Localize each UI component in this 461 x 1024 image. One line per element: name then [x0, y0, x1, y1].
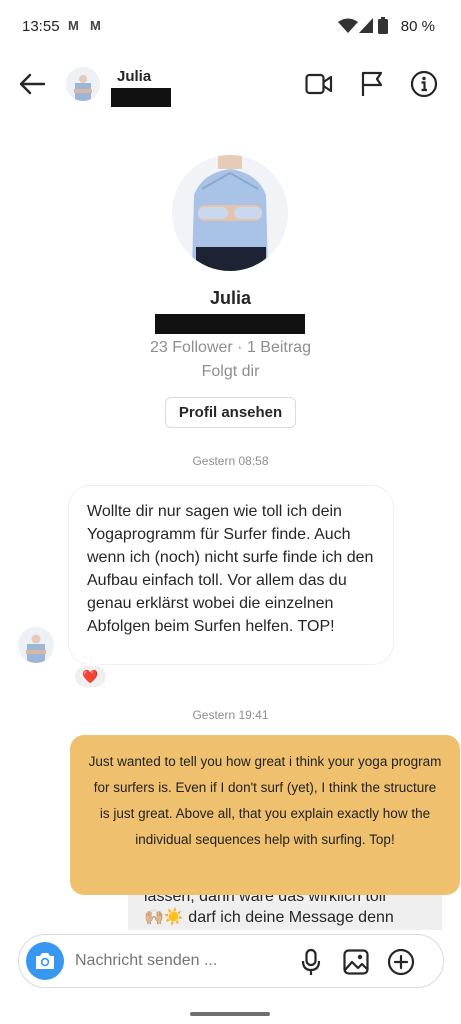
translation-text: Just wanted to tell you how great i thin…	[88, 754, 442, 847]
video-call-icon[interactable]	[305, 72, 333, 96]
redacted-username	[111, 88, 171, 107]
heart-reaction[interactable]: ❤️	[73, 664, 108, 689]
message-input[interactable]	[75, 948, 255, 974]
signal-icon	[359, 18, 373, 33]
home-indicator[interactable]	[190, 1012, 270, 1016]
translation-overlay: Just wanted to tell you how great i thin…	[70, 735, 460, 895]
header-avatar[interactable]	[66, 67, 100, 101]
heart-icon: ❤️	[82, 669, 99, 684]
wifi-icon	[338, 18, 358, 33]
add-circle-icon[interactable]	[387, 948, 415, 976]
gallery-icon[interactable]	[343, 949, 369, 975]
outgoing-message-line: 🙌🏼☀️ darf ich deine Message denn	[144, 909, 394, 926]
profile-name: Julia	[209, 288, 252, 308]
header-contact-name[interactable]: Julia	[117, 68, 151, 85]
battery-icon	[378, 17, 388, 34]
flag-icon[interactable]	[360, 71, 384, 97]
status-bar: 13:55 M M 80 %	[0, 0, 461, 52]
microphone-icon[interactable]	[301, 948, 321, 976]
camera-button[interactable]	[26, 942, 64, 980]
follows-you-label: Folgt dir	[201, 363, 260, 380]
back-arrow-icon[interactable]	[18, 72, 46, 96]
sender-avatar[interactable]	[18, 627, 54, 663]
profile-photo[interactable]	[172, 155, 288, 271]
gmail-notification-icon: M	[90, 18, 101, 33]
info-icon[interactable]	[410, 70, 438, 98]
chat-header: Julia	[0, 52, 461, 118]
message-timestamp: Gestern 19:41	[192, 708, 269, 722]
incoming-message-bubble[interactable]: Wollte dir nur sagen wie toll ich dein Y…	[68, 485, 394, 665]
redacted-profile-username	[155, 314, 305, 334]
view-profile-button[interactable]: Profil ansehen	[165, 397, 296, 428]
camera-icon	[36, 953, 54, 969]
incoming-message-text: Wollte dir nur sagen wie toll ich dein Y…	[87, 503, 374, 635]
battery-percentage: 80 %	[400, 18, 435, 35]
profile-stats: 23 Follower · 1 Beitrag	[150, 339, 311, 356]
message-composer	[18, 934, 444, 988]
gmail-notification-icon: M	[68, 18, 79, 33]
status-time: 13:55	[22, 18, 60, 35]
message-timestamp: Gestern 08:58	[192, 454, 269, 468]
